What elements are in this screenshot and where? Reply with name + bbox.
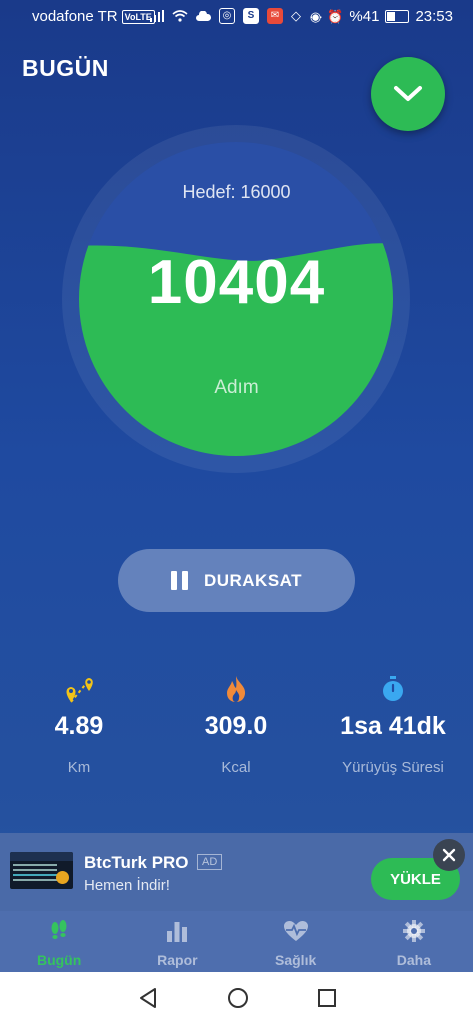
ad-title: BtcTurk PRO [84, 853, 189, 872]
heart-pulse-icon [283, 921, 308, 941]
battery-icon [385, 10, 410, 23]
ad-close-button[interactable] [433, 839, 465, 871]
step-count: 10404 [147, 248, 326, 317]
gear-icon [402, 920, 425, 942]
alarm-icon: ⏰ [327, 8, 344, 24]
calories-value: 309.0 [204, 712, 268, 740]
tab-bugun[interactable]: Bugün [0, 911, 118, 972]
calories-label: Kcal [221, 759, 251, 776]
nav-arrow-icon: ◇ [291, 8, 301, 23]
stopwatch-icon [383, 676, 403, 701]
ad-badge: AD [197, 854, 223, 870]
flame-icon [227, 676, 246, 702]
system-nav-bar [0, 972, 473, 1024]
mail-icon: ✉ [267, 8, 283, 24]
ad-subtitle: Hemen İndir! [84, 877, 170, 894]
instagram-icon: ◎ [219, 8, 235, 24]
carrier-label: vodafone TR [32, 8, 118, 25]
goal-label: Hedef: 16000 [182, 182, 291, 202]
eye-icon: ◉ [309, 8, 322, 24]
pause-button[interactable]: DURAKSAT [118, 549, 355, 612]
tab-saglik-label: Sağlık [275, 952, 317, 968]
ad-thumbnail [10, 852, 73, 889]
home-icon[interactable] [227, 987, 249, 1009]
tab-rapor[interactable]: Rapor [118, 911, 236, 972]
pause-button-label: DURAKSAT [203, 570, 303, 590]
walk-time-label: Yürüyüş Süresi [342, 759, 444, 776]
notification-icons: ◎ S ✉ ◇ ··· [150, 8, 323, 24]
walk-time-value: 1sa 41dk [340, 712, 446, 740]
wifi-icon [172, 10, 188, 22]
cloud-icon [196, 11, 211, 21]
check-button[interactable] [371, 57, 445, 131]
clock: 23:53 [415, 8, 453, 25]
distance-label: Km [67, 759, 91, 776]
signal-icon [150, 10, 164, 22]
stat-calories: 309.0 Kcal [161, 672, 311, 776]
stat-distance: 4.89 Km [4, 672, 154, 776]
pause-icon [170, 571, 188, 590]
footsteps-icon [51, 920, 67, 939]
tab-bugun-label: Bugün [36, 952, 82, 968]
tab-saglik[interactable]: Sağlık [237, 911, 355, 972]
location-pins-icon [66, 678, 93, 703]
page-title: BUGÜN [22, 55, 109, 81]
close-icon [442, 848, 456, 862]
step-unit-label: Adım [214, 377, 259, 398]
chevron-down-icon [394, 86, 422, 101]
back-icon[interactable] [137, 987, 159, 1009]
tab-daha[interactable]: Daha [355, 911, 473, 972]
status-bar: vodafone TR VoLTE ◎ S ✉ ◇ ··· ◉ ⏰ %41 23… [0, 0, 473, 34]
s-app-icon: S [243, 8, 259, 24]
distance-value: 4.89 [54, 712, 104, 740]
bottom-tab-bar: Bugün Rapor Sağlık Daha [0, 911, 473, 972]
battery-percent: %41 [349, 8, 380, 25]
bar-chart-icon [167, 922, 188, 942]
tab-rapor-label: Rapor [157, 952, 198, 968]
tab-daha-label: Daha [396, 952, 431, 968]
stat-walk-time: 1sa 41dk Yürüyüş Süresi [318, 672, 468, 776]
recents-icon[interactable] [317, 988, 337, 1008]
